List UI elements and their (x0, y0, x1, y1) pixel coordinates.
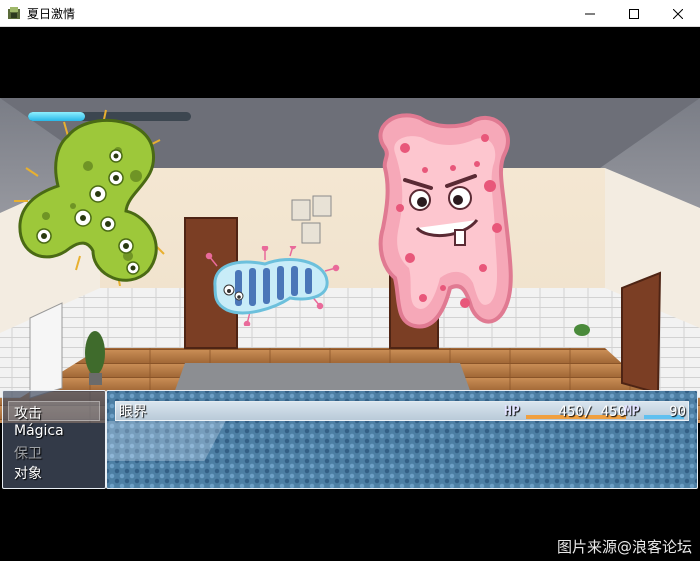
mp-label: MP (624, 404, 640, 419)
maximize-button[interactable] (612, 0, 656, 27)
command-window: 攻击 Mágica 保卫 对象 (2, 390, 106, 489)
hp-label: HP (504, 404, 520, 419)
maximize-icon (629, 8, 639, 19)
title-bar: 夏日激情 (0, 0, 700, 27)
actor-status-row[interactable]: 眼界 HP 450/ 450 MP 90 (115, 401, 689, 421)
close-button[interactable] (656, 0, 700, 27)
actor-name: 眼界 (119, 404, 147, 420)
minimize-button[interactable] (568, 0, 612, 27)
window-title: 夏日激情 (27, 6, 76, 21)
command-guard[interactable]: 保卫 (14, 443, 42, 463)
watermark: 图片来源@浪客论坛 (556, 538, 692, 556)
minimize-icon (585, 13, 595, 14)
game-canvas[interactable]: 攻击 Mágica 保卫 对象 眼界 HP 450/ 450 MP 90 图片来… (0, 28, 700, 561)
window-controls (568, 0, 700, 27)
command-magic[interactable]: Mágica (14, 423, 64, 439)
mp-value: 90 (669, 404, 686, 420)
blue-striped-bacteria-enemy[interactable] (205, 246, 340, 326)
green-germ-enemy[interactable] (8, 106, 166, 286)
app-icon (8, 7, 20, 19)
pink-blob-monster-enemy[interactable] (365, 108, 517, 334)
command-attack[interactable]: 攻击 (14, 403, 42, 423)
hp-value: 450/ 450 (558, 404, 626, 420)
close-icon (673, 8, 683, 19)
status-highlight (107, 421, 226, 461)
status-window: 眼界 HP 450/ 450 MP 90 (106, 390, 698, 489)
command-item[interactable]: 对象 (14, 463, 42, 483)
